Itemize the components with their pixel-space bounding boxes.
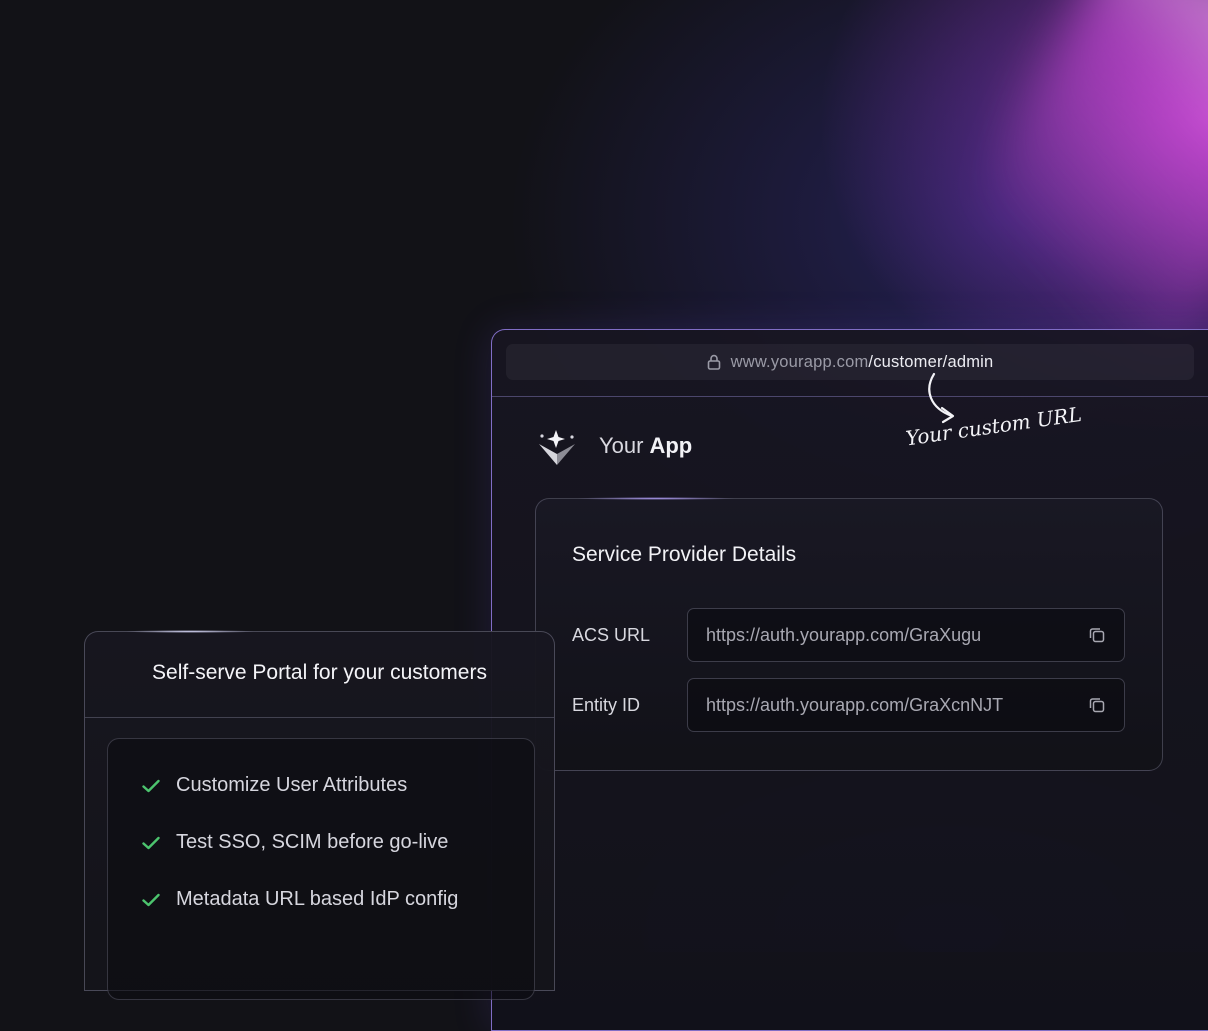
entity-id-value: https://auth.yourapp.com/GraXcnNJT <box>706 694 1004 715</box>
check-icon <box>142 893 160 906</box>
brand-name-bold: App <box>649 433 693 458</box>
copy-icon[interactable] <box>1088 696 1106 714</box>
acs-url-field[interactable]: https://auth.yourapp.com/GraXugu <box>687 608 1125 662</box>
self-serve-portal-card: Self-serve Portal for your customers Cus… <box>84 630 555 1000</box>
brand-name-light: Your <box>599 433 644 458</box>
feature-label: Test SSO, SCIM before go-live <box>176 831 449 853</box>
copy-icon[interactable] <box>1088 626 1106 644</box>
list-item: Test SSO, SCIM before go-live <box>142 831 448 854</box>
entity-id-label: Entity ID <box>572 695 641 715</box>
list-item: Metadata URL based IdP config <box>142 888 458 911</box>
service-provider-card: Service Provider Details ACS URL https:/… <box>535 497 1163 771</box>
acs-url-label: ACS URL <box>572 625 651 645</box>
portal-header: Self-serve Portal for your customers <box>85 632 554 718</box>
check-icon <box>142 836 160 849</box>
list-item: Customize User Attributes <box>142 774 407 797</box>
check-icon <box>142 779 160 792</box>
app-logo-icon <box>539 430 575 465</box>
url-path: /customer/admin <box>868 352 994 371</box>
brand-name: Your App <box>599 433 692 459</box>
lock-icon <box>707 354 720 370</box>
portal-title: Self-serve Portal for your customers <box>152 661 487 684</box>
feature-list: Customize User Attributes Test SSO, SCIM… <box>107 738 535 1000</box>
feature-label: Metadata URL based IdP config <box>176 888 459 910</box>
service-provider-title: Service Provider Details <box>572 543 797 566</box>
acs-url-value: https://auth.yourapp.com/GraXugu <box>706 624 982 645</box>
browser-toolbar: www.yourapp.com /customer/admin <box>492 330 1208 397</box>
url-host: www.yourapp.com <box>730 352 869 371</box>
address-bar[interactable]: www.yourapp.com /customer/admin <box>506 344 1194 380</box>
feature-label: Customize User Attributes <box>176 774 408 796</box>
entity-id-field[interactable]: https://auth.yourapp.com/GraXcnNJT <box>687 678 1125 732</box>
